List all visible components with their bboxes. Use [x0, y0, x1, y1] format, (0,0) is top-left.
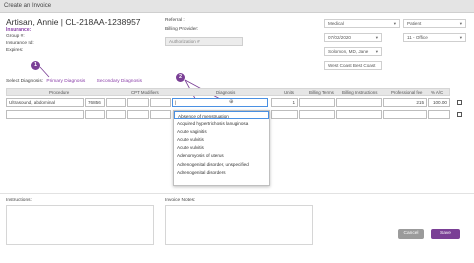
- diagnosis-option[interactable]: Adenomyosis of uterus: [174, 152, 269, 160]
- modifier-cell-1[interactable]: [106, 98, 126, 107]
- modifier-cell-empty-2[interactable]: [127, 110, 149, 119]
- diagnosis-option[interactable]: Acute vulvitis: [174, 144, 269, 152]
- fee-cell[interactable]: 215: [383, 98, 427, 107]
- modifier-cell-empty-1[interactable]: [106, 110, 126, 119]
- ac-cell[interactable]: 100.00: [428, 98, 450, 107]
- units-cell-empty[interactable]: [271, 110, 298, 119]
- section-divider: [0, 193, 474, 194]
- row2-checkbox[interactable]: [457, 112, 462, 117]
- instructions-label: Instructions:: [6, 198, 32, 203]
- diagnosis-input[interactable]: | ⊕: [172, 98, 268, 107]
- header-procedure: Procedure: [49, 90, 70, 95]
- cancel-button[interactable]: Cancel: [398, 229, 424, 239]
- modifier-cell-empty-3[interactable]: [150, 110, 171, 119]
- select-diagnosis-row: Select Diagnosis: Primary Diagnosis Seco…: [6, 79, 142, 84]
- instructions-textarea[interactable]: [6, 205, 154, 245]
- ac-cell-empty[interactable]: [428, 110, 450, 119]
- diagnosis-option[interactable]: Acquired hypertrichosis lanuginosa: [174, 119, 269, 127]
- billing-terms-cell[interactable]: [299, 98, 335, 107]
- diagnosis-option[interactable]: Adrenogenital disorder, unspecified: [174, 160, 269, 168]
- header-ac: % A/C: [431, 90, 444, 95]
- text-cursor: |: [175, 100, 177, 105]
- header-cpt-modifiers: CPT Modifiers: [131, 90, 159, 95]
- modifier-cell-3[interactable]: [150, 98, 171, 107]
- step-badge-2: 2: [176, 73, 185, 82]
- add-diagnosis-icon[interactable]: ⊕: [229, 99, 234, 105]
- secondary-diagnosis-tab[interactable]: Secondary Diagnosis: [97, 79, 142, 84]
- invoice-notes-textarea[interactable]: [165, 205, 313, 245]
- modifier-cell-2[interactable]: [127, 98, 149, 107]
- procedure-cell[interactable]: Ultrasound, abdominal: [6, 98, 84, 107]
- header-professional-fee: Professional fee: [391, 90, 423, 95]
- header-units: Units: [284, 90, 295, 95]
- diagnosis-option[interactable]: Acute vulvitis: [174, 136, 269, 144]
- units-cell[interactable]: 1: [271, 98, 298, 107]
- header-billing-instructions: Billing Instructions: [342, 90, 378, 95]
- primary-diagnosis-tab[interactable]: Primary Diagnosis: [46, 79, 85, 84]
- header-diagnosis: Diagnosis: [216, 90, 236, 95]
- diagnosis-dropdown[interactable]: Absence of menstruation Acquired hypertr…: [173, 110, 270, 186]
- procedure-cell-empty[interactable]: [6, 110, 84, 119]
- diagnosis-option[interactable]: Acute vaginitis: [174, 127, 269, 135]
- select-diagnosis-label: Select Diagnosis:: [6, 79, 44, 84]
- billing-terms-cell-empty[interactable]: [299, 110, 335, 119]
- procedures-table-header: Procedure CPT Modifiers Diagnosis Units …: [6, 88, 450, 96]
- cpt-cell-empty[interactable]: [85, 110, 105, 119]
- diagnosis-option[interactable]: Adrenogenital disorders: [174, 168, 269, 176]
- row1-checkbox[interactable]: [457, 100, 462, 105]
- fee-cell-empty[interactable]: [383, 110, 427, 119]
- save-button[interactable]: Save: [431, 229, 460, 239]
- diagnosis-option[interactable]: Absence of menstruation: [174, 111, 269, 120]
- billing-instructions-cell[interactable]: [336, 98, 382, 107]
- invoice-notes-label: Invoice Notes:: [165, 198, 196, 203]
- cpt-cell[interactable]: 76856: [85, 98, 105, 107]
- header-billing-terms: Billing Terms: [309, 90, 334, 95]
- billing-instructions-cell-empty[interactable]: [336, 110, 382, 119]
